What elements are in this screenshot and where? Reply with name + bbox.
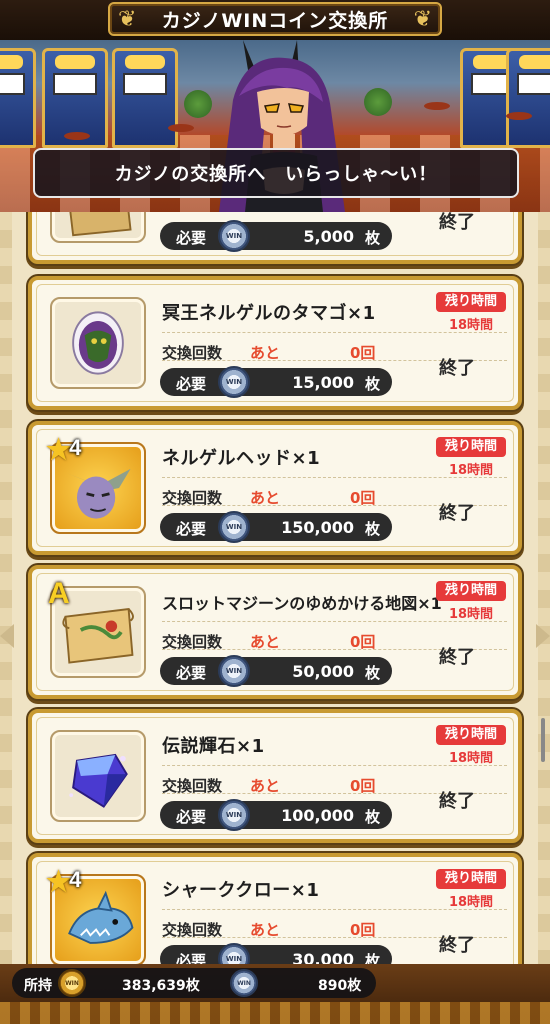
cost-amount: 150,000 bbox=[281, 518, 354, 537]
arrow-right-icon[interactable] bbox=[536, 624, 550, 648]
right-rail bbox=[538, 212, 550, 964]
time-left-value: 18時間 bbox=[448, 751, 494, 766]
win-coin-icon: WIN bbox=[218, 511, 250, 543]
time-left-value: 18時間 bbox=[448, 318, 494, 333]
cost-pill: 必要 WIN 15,000 枚 bbox=[160, 366, 392, 398]
holdings-label: 所持 bbox=[24, 978, 52, 994]
item-name: シャーククロー×1 bbox=[162, 880, 320, 901]
time-left-badge: 残り時間 bbox=[436, 581, 506, 601]
unit-label: 枚 bbox=[364, 808, 380, 826]
status-label: 終了 bbox=[439, 791, 475, 812]
rank-badge: ★4 bbox=[46, 866, 82, 897]
exchange-item-card[interactable]: ★4 シャーククロー×1 交換回数 あと 0回 必要 WIN 30,000 枚 … bbox=[28, 853, 522, 964]
exchange-item-card[interactable]: ★4 ネルゲルヘッド×1 交換回数 あと 0回 必要 WIN 150,000 枚… bbox=[28, 421, 522, 555]
win-coin-icon: WIN bbox=[218, 366, 250, 398]
slot-machine-icon bbox=[506, 48, 550, 148]
legend-crystal-icon bbox=[69, 753, 128, 808]
win-coin-icon: WIN bbox=[218, 799, 250, 831]
time-left-value: 18時間 bbox=[448, 607, 494, 622]
title-plate: ❦ カジノWINコイン交換所 ❦ bbox=[108, 2, 442, 36]
cost-amount: 100,000 bbox=[281, 806, 354, 825]
exchange-item-card[interactable]: 必要 WIN 5,000 枚 終了 bbox=[28, 212, 522, 264]
required-label: 必要 bbox=[176, 952, 207, 964]
cost-amount: 15,000 bbox=[292, 373, 354, 392]
star-icon: ★ bbox=[46, 434, 72, 465]
item-name: ネルゲルヘッド×1 bbox=[162, 448, 321, 469]
plant-icon bbox=[364, 88, 392, 116]
time-left-value: 18時間 bbox=[448, 895, 494, 910]
slot-machine-icon bbox=[112, 48, 178, 148]
item-icon-frame bbox=[50, 212, 146, 243]
arrow-left-icon[interactable] bbox=[0, 624, 14, 648]
required-label: 必要 bbox=[176, 229, 207, 247]
cost-pill: 必要 WIN 50,000 枚 bbox=[160, 655, 392, 687]
unit-label: 枚 bbox=[364, 375, 380, 393]
required-label: 必要 bbox=[176, 520, 207, 538]
unit-label: 枚 bbox=[364, 520, 380, 538]
left-rail bbox=[0, 212, 12, 964]
status-label: 終了 bbox=[439, 503, 475, 524]
npc-speech-bubble: カジノの交換所へ いらっしゃ～い！ bbox=[33, 148, 519, 198]
treasure-map-icon bbox=[69, 212, 132, 237]
item-name: スロットマジーンのゆめかける地図×1 bbox=[162, 594, 442, 613]
cost-amount: 5,000 bbox=[303, 227, 354, 246]
status-label: 終了 bbox=[439, 212, 475, 233]
cost-pill: 必要 WIN 150,000 枚 bbox=[160, 511, 392, 543]
win-coin-icon: WIN bbox=[218, 943, 250, 964]
unit-label: 枚 bbox=[364, 229, 380, 247]
silver-coin-amount: 890枚 bbox=[318, 978, 362, 994]
required-label: 必要 bbox=[176, 375, 207, 393]
monster-egg-icon bbox=[72, 311, 124, 375]
ornament-icon: ❦ bbox=[118, 7, 137, 32]
stool-icon bbox=[506, 112, 532, 120]
cost-pill: 必要 WIN 100,000 枚 bbox=[160, 799, 392, 831]
exchange-item-card[interactable]: 伝説輝石×1 交換回数 あと 0回 必要 WIN 100,000 枚 残り時間 … bbox=[28, 709, 522, 843]
slot-machine-icon bbox=[0, 48, 36, 148]
exchange-item-card[interactable]: A スロットマジーンのゆめかける地図×1 交換回数 あと 0回 必要 WIN 5… bbox=[28, 565, 522, 699]
exchange-item-card[interactable]: 冥王ネルゲルのタマゴ×1 交換回数 あと 0回 必要 WIN 15,000 枚 … bbox=[28, 276, 522, 410]
rank-letter: A bbox=[48, 577, 70, 610]
status-label: 終了 bbox=[439, 935, 475, 956]
exchange-list[interactable]: 必要 WIN 5,000 枚 終了 冥王ネルゲルのタマゴ×1 交換回数 あと 0… bbox=[0, 212, 550, 964]
cost-amount: 50,000 bbox=[292, 662, 354, 681]
cost-pill: 必要 WIN 5,000 枚 bbox=[160, 220, 392, 252]
rank-badge: ★4 bbox=[46, 434, 82, 465]
cost-amount: 30,000 bbox=[292, 950, 354, 964]
item-name: 冥王ネルゲルのタマゴ×1 bbox=[162, 303, 376, 324]
unit-label: 枚 bbox=[364, 952, 380, 964]
time-left-badge: 残り時間 bbox=[436, 725, 506, 745]
page-title: カジノWINコイン交換所 bbox=[161, 9, 389, 32]
stool-icon bbox=[424, 102, 450, 110]
required-label: 必要 bbox=[176, 664, 207, 682]
scrollbar[interactable] bbox=[541, 718, 545, 762]
time-left-badge: 残り時間 bbox=[436, 869, 506, 889]
gold-coin-amount: 383,639枚 bbox=[122, 978, 200, 994]
time-left-badge: 残り時間 bbox=[436, 437, 506, 457]
win-coin-icon: WIN bbox=[218, 220, 250, 252]
item-icon-frame bbox=[50, 297, 146, 389]
win-coin-icon: WIN bbox=[218, 655, 250, 687]
status-label: 終了 bbox=[439, 647, 475, 668]
unit-label: 枚 bbox=[364, 664, 380, 682]
status-label: 終了 bbox=[439, 358, 475, 379]
star-icon: ★ bbox=[46, 866, 72, 897]
item-icon-frame bbox=[50, 730, 146, 822]
gold-coin-icon: WIN bbox=[58, 969, 86, 997]
time-left-badge: 残り時間 bbox=[436, 292, 506, 312]
title-bar: ❦ カジノWINコイン交換所 ❦ bbox=[0, 0, 550, 40]
ornament-icon: ❦ bbox=[413, 7, 432, 32]
time-left-value: 18時間 bbox=[448, 463, 494, 478]
casino-scene: カジノの交換所へ いらっしゃ～い！ bbox=[0, 40, 550, 212]
stool-icon bbox=[64, 132, 90, 140]
required-label: 必要 bbox=[176, 808, 207, 826]
cost-pill: 必要 WIN 30,000 枚 bbox=[160, 943, 392, 964]
item-name: 伝説輝石×1 bbox=[162, 736, 265, 757]
silver-coin-icon: WIN bbox=[230, 969, 258, 997]
coin-holdings-bar: 所持 WIN 383,639枚 WIN 890枚 bbox=[12, 968, 376, 998]
stool-icon bbox=[168, 124, 194, 132]
